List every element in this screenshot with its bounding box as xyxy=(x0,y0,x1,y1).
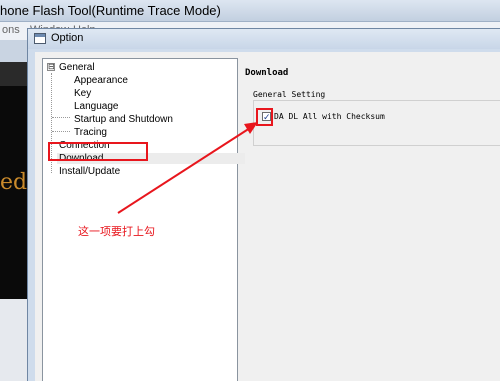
general-setting-group xyxy=(253,100,500,146)
group-label: General Setting xyxy=(253,90,326,99)
collapse-icon[interactable]: ⊟ xyxy=(47,63,55,71)
dialog-title: Option xyxy=(51,32,84,44)
tree-item-general[interactable]: General xyxy=(59,62,95,73)
dialog-title-bar[interactable]: Option xyxy=(28,29,500,49)
tree-item-startup-and-shutdown[interactable]: Startup and Shutdown xyxy=(74,114,173,125)
tree-item-install-update[interactable]: Install/Update xyxy=(59,166,120,177)
background-window-title: hone Flash Tool(Runtime Trace Mode) xyxy=(0,3,221,18)
tree-connector xyxy=(52,131,70,132)
window-icon xyxy=(34,33,46,44)
annotation-note: 这一项要打上勾 xyxy=(78,226,155,238)
tree-item-tracing[interactable]: Tracing xyxy=(74,127,107,138)
menu-item-options[interactable]: ons xyxy=(2,24,20,36)
background-title-bar: hone Flash Tool(Runtime Trace Mode) xyxy=(0,0,500,22)
checkbox-highlight-box xyxy=(256,108,273,126)
download-highlight-box xyxy=(48,142,148,161)
tree-connector xyxy=(52,117,70,118)
settings-tree: ⊟ General Appearance Key Language Startu… xyxy=(42,58,245,381)
panel-heading: Download xyxy=(245,68,289,78)
tree-item-appearance[interactable]: Appearance xyxy=(74,75,128,86)
checksum-checkbox-label[interactable]: DA DL All with Checksum xyxy=(274,112,385,121)
tree-item-language[interactable]: Language xyxy=(74,101,119,112)
option-dialog: Option ⊟ General Appearance Key Language… xyxy=(27,28,500,381)
tree-item-key[interactable]: Key xyxy=(74,88,91,99)
